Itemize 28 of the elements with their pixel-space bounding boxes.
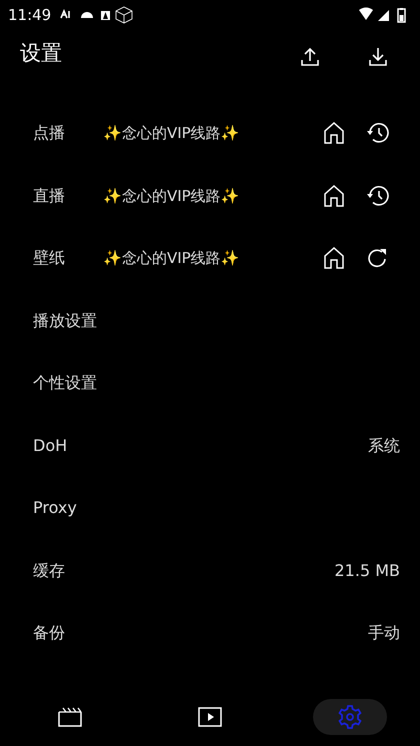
setting-value: 系统 [368, 434, 400, 457]
source-name[interactable]: ✨念心的VIP线路✨ [103, 184, 312, 207]
setting-label[interactable]: Proxy [33, 496, 400, 520]
system-status-icon [358, 7, 408, 23]
setting-label[interactable]: 备份 [33, 621, 368, 646]
setting-label[interactable]: 个性设置 [33, 371, 400, 396]
home-icon[interactable] [324, 247, 344, 270]
history-icon[interactable] [366, 184, 390, 207]
home-icon[interactable] [324, 184, 344, 207]
upload-icon[interactable] [300, 46, 320, 66]
refresh-icon[interactable] [367, 247, 389, 270]
home-icon[interactable] [324, 122, 344, 144]
setting-value: 21.5 MB [334, 560, 400, 582]
status-time: 11:49 [8, 4, 52, 26]
setting-label[interactable]: 播放设置 [33, 308, 400, 333]
setting-label[interactable]: 直播 [33, 184, 103, 208]
setting-value: 手动 [368, 622, 400, 644]
download-icon[interactable] [368, 46, 388, 66]
setting-label[interactable]: 点播 [33, 121, 103, 146]
source-name[interactable]: ✨念心的VIP线路✨ [103, 122, 312, 144]
page-title: 设置 [20, 40, 62, 67]
clapperboard-icon[interactable] [58, 706, 82, 726]
setting-label[interactable]: 壁纸 [33, 246, 103, 270]
source-name[interactable]: ✨念心的VIP线路✨ [103, 247, 312, 270]
history-icon[interactable] [366, 122, 390, 144]
setting-label[interactable]: 缓存 [33, 558, 334, 583]
setting-label[interactable]: DoH [33, 434, 368, 458]
play-icon[interactable] [198, 706, 222, 726]
